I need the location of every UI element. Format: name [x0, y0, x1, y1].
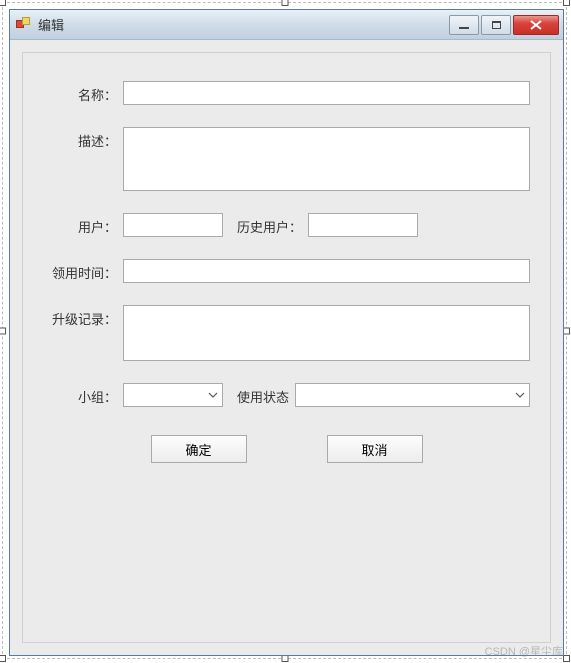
minimize-button[interactable]	[449, 15, 479, 35]
minimize-icon	[459, 27, 469, 29]
upgrade-log-textarea[interactable]	[123, 305, 530, 361]
history-user-label: 历史用户：	[223, 213, 308, 236]
status-label: 使用状态	[223, 383, 295, 406]
name-label: 名称：	[43, 81, 123, 104]
desc-textarea[interactable]	[123, 127, 530, 191]
status-combobox[interactable]	[295, 383, 530, 407]
button-row: 确定 取消	[43, 435, 530, 463]
user-label: 用户：	[43, 213, 123, 236]
window-controls	[447, 15, 559, 35]
cancel-button-label: 取消	[361, 440, 387, 459]
close-icon	[530, 20, 542, 30]
resize-handle-tm[interactable]	[281, 0, 288, 6]
window-title: 编辑	[38, 15, 64, 34]
resize-handle-tl[interactable]	[0, 0, 6, 6]
checkout-time-label: 领用时间：	[43, 259, 123, 282]
maximize-button[interactable]	[481, 15, 511, 35]
history-user-input[interactable]	[308, 213, 418, 237]
resize-handle-br[interactable]	[563, 655, 570, 662]
name-input[interactable]	[123, 81, 530, 105]
resize-handle-bl[interactable]	[0, 655, 6, 662]
desc-label: 描述：	[43, 127, 123, 150]
ok-button[interactable]: 确定	[151, 435, 247, 463]
resize-handle-ml[interactable]	[0, 327, 6, 334]
checkout-time-input[interactable]	[123, 259, 530, 283]
user-input[interactable]	[123, 213, 223, 237]
client-area: 名称： 描述： 用户： 历史用户： 领用时间：	[10, 40, 563, 655]
chevron-down-icon	[515, 390, 525, 400]
resize-handle-mr[interactable]	[563, 327, 570, 334]
edit-window: 编辑 名称： 描述： 用户：	[9, 9, 564, 656]
ok-button-label: 确定	[185, 440, 211, 459]
group-combobox[interactable]	[123, 383, 223, 407]
cancel-button[interactable]: 取消	[327, 435, 423, 463]
chevron-down-icon	[208, 390, 218, 400]
upgrade-log-label: 升级记录：	[43, 305, 123, 328]
resize-handle-tr[interactable]	[563, 0, 570, 6]
app-icon	[16, 17, 32, 33]
group-label: 小组：	[43, 383, 123, 406]
watermark: CSDN @星尘库	[485, 643, 563, 659]
resize-handle-bm[interactable]	[281, 655, 288, 662]
designer-selection-frame: 编辑 名称： 描述： 用户：	[2, 2, 567, 659]
maximize-icon	[492, 21, 501, 29]
titlebar[interactable]: 编辑	[10, 10, 563, 40]
form-groupbox: 名称： 描述： 用户： 历史用户： 领用时间：	[22, 52, 551, 643]
close-button[interactable]	[513, 15, 559, 35]
